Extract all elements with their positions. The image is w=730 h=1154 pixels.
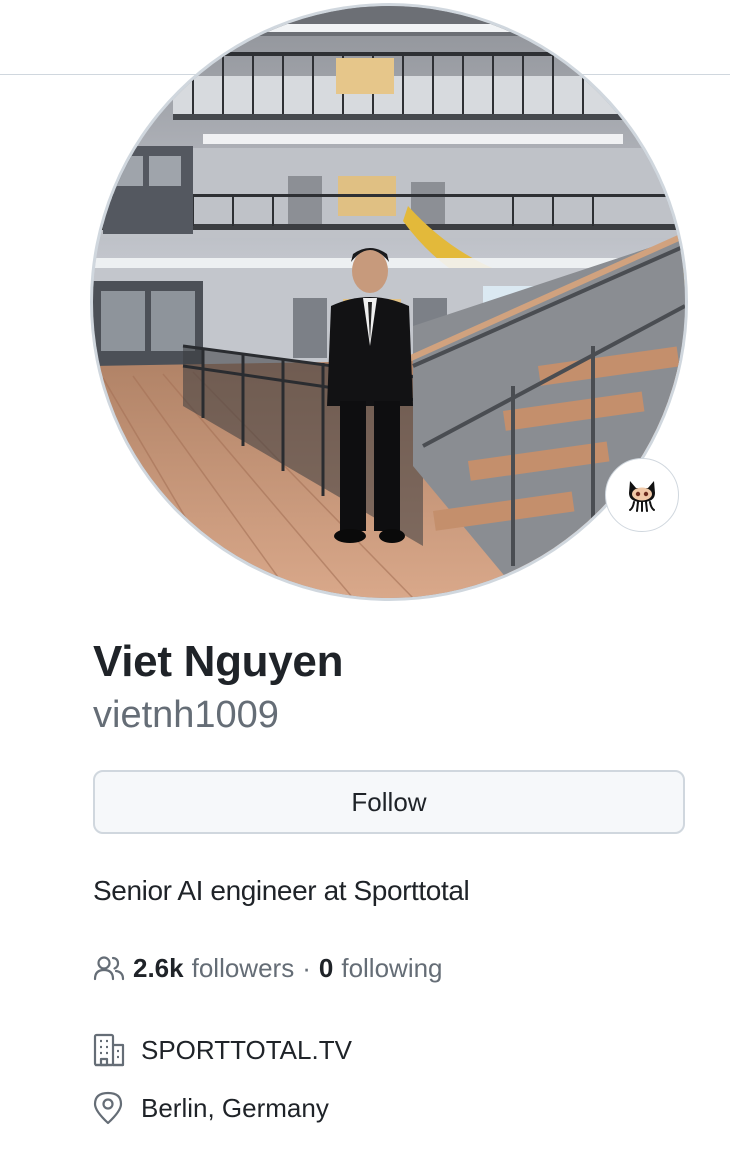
status-badge[interactable] <box>605 458 679 532</box>
stats-separator: · <box>302 952 311 983</box>
followers-label: followers <box>191 952 295 983</box>
location-text: Berlin, Germany <box>141 1092 329 1123</box>
octocat-icon <box>629 481 655 512</box>
followers-count: 2.6k <box>133 952 184 983</box>
people-icon <box>93 954 125 982</box>
location-pin-icon <box>93 1091 125 1125</box>
avatar[interactable] <box>93 6 685 598</box>
location-row: Berlin, Germany <box>93 1088 329 1128</box>
avatar-container <box>93 6 685 598</box>
profile-full-name: Viet Nguyen <box>93 637 344 686</box>
organization-name: SPORTTOTAL.TV <box>141 1034 352 1065</box>
followers-link[interactable]: 2.6k followers <box>133 953 294 984</box>
organization-row: SPORTTOTAL.TV <box>93 1030 352 1070</box>
following-link[interactable]: 0 following <box>319 953 443 984</box>
following-label: following <box>341 952 443 983</box>
follow-button[interactable]: Follow <box>93 770 685 834</box>
follow-stats: 2.6k followers · 0 following <box>93 948 443 988</box>
building-icon <box>93 1033 125 1067</box>
profile-bio: Senior AI engineer at Sporttotal <box>93 875 470 906</box>
following-count: 0 <box>318 952 334 983</box>
profile-username: vietnh1009 <box>93 694 279 736</box>
